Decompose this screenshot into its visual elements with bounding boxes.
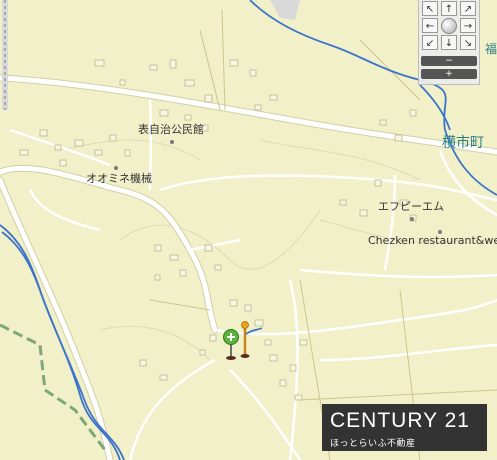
pan-downright-button[interactable]: ↘ <box>460 35 476 50</box>
pan-center-icon[interactable] <box>441 18 457 34</box>
pan-right-button[interactable]: → <box>460 18 476 33</box>
pan-upright-button[interactable]: ↗ <box>460 1 476 16</box>
restaurant-label: Chezken restaurant&wed <box>368 234 497 247</box>
town-label: 横市町 <box>442 135 484 151</box>
century21-logo: CENTURY 21 ほっとらいふ不動産 <box>322 404 487 451</box>
zoom-in-button[interactable]: + <box>421 69 477 79</box>
pan-down-button[interactable]: ↓ <box>441 35 457 50</box>
hall-poi-dot <box>170 135 177 148</box>
ominekikai-label: オオミネ機械 <box>86 172 152 185</box>
map-nav-control: ↖ ↑ ↗ ← → ↙ ↓ ↘ − + <box>418 0 480 85</box>
zoom-out-button[interactable]: − <box>421 56 477 66</box>
pan-upleft-button[interactable]: ↖ <box>422 1 438 16</box>
district-label: 福 <box>485 42 497 56</box>
pan-up-button[interactable]: ↑ <box>441 1 457 16</box>
logo-brand-text: CENTURY 21 <box>330 409 470 432</box>
fpm-poi-dot <box>410 212 417 225</box>
logo-tagline: ほっとらいふ不動産 <box>330 439 416 449</box>
pan-left-button[interactable]: ← <box>422 18 438 33</box>
pan-downleft-button[interactable]: ↙ <box>422 35 438 50</box>
